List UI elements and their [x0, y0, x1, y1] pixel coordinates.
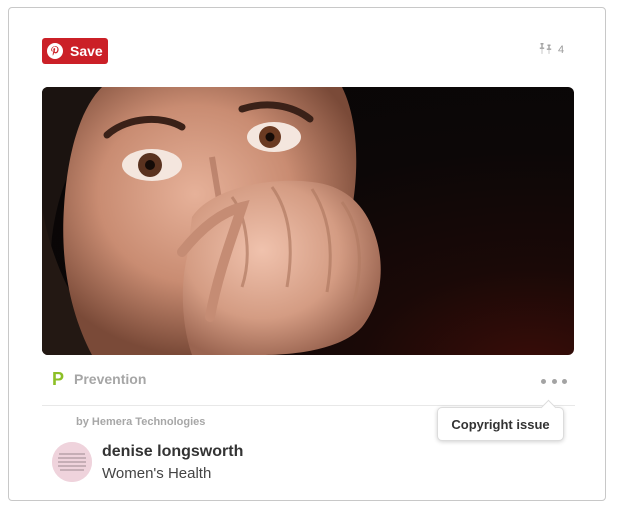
copyright-issue-menu-item[interactable]: Copyright issue [437, 407, 564, 441]
pushpin-icon [539, 43, 553, 57]
ellipsis-dot [562, 378, 567, 384]
image-credit: by Hemera Technologies [76, 416, 206, 428]
source-name: Prevention [74, 371, 147, 387]
more-options-button[interactable] [541, 375, 567, 387]
avatar-image [52, 442, 92, 482]
repin-count-value: 4 [558, 44, 565, 56]
save-button[interactable]: Save [42, 38, 108, 64]
pin-source[interactable]: P Prevention [52, 370, 146, 388]
pinterest-logo-icon [47, 43, 63, 59]
woman-covering-nose-photo [42, 87, 381, 355]
repin-count: 4 [539, 43, 564, 57]
divider [42, 405, 575, 406]
board-name[interactable]: Women's Health [102, 464, 243, 484]
ellipsis-dot [551, 378, 557, 384]
prevention-logo-icon: P [52, 369, 65, 389]
ellipsis-dot [541, 378, 546, 384]
pinner-info: denise longsworth Women's Health [102, 442, 243, 484]
save-label: Save [70, 43, 103, 59]
pin-image[interactable] [42, 87, 574, 355]
pinner-name[interactable]: denise longsworth [102, 442, 243, 461]
avatar[interactable] [52, 442, 92, 482]
